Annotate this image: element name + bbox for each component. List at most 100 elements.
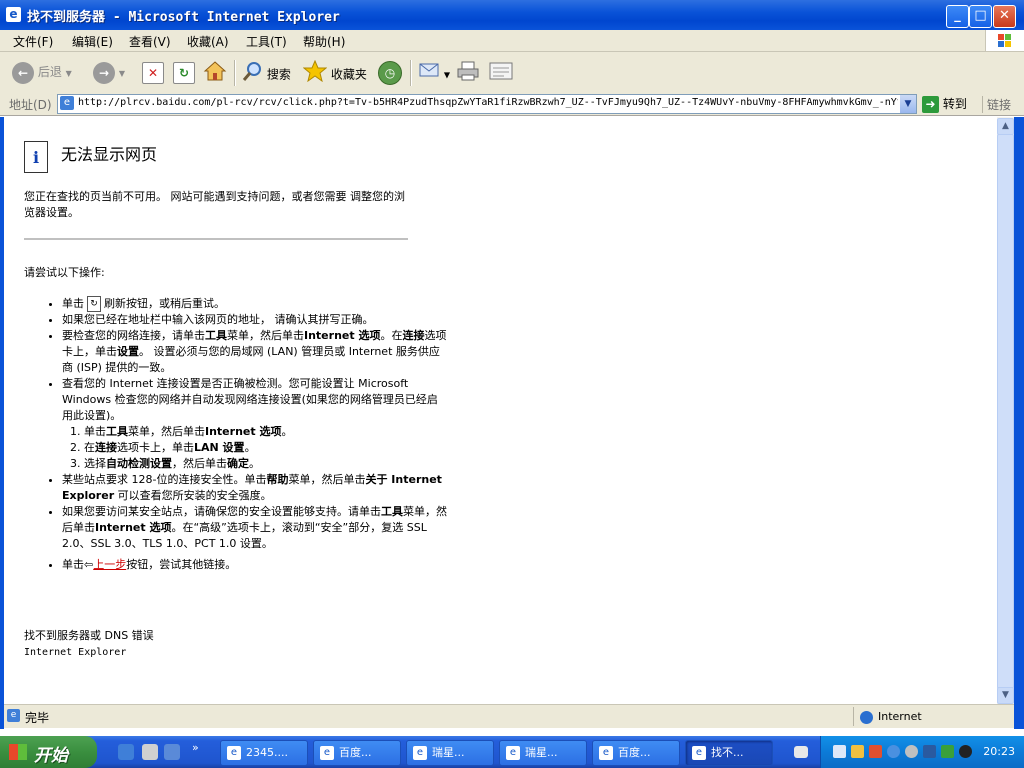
back-button[interactable]: ← 后退 ▼ (12, 60, 72, 84)
window-right-border (1014, 117, 1024, 729)
maximize-button[interactable]: □ (969, 5, 992, 28)
list-item: 如果您已经在地址栏中输入该网页的地址， 请确认其拼写正确。 (62, 312, 448, 328)
back-arrow-icon: ← (12, 61, 34, 84)
favorites-button[interactable]: 收藏夹 (302, 59, 367, 84)
minimize-button[interactable]: _ (946, 5, 969, 28)
stop-button[interactable]: ✕ (142, 60, 164, 84)
chevron-down-icon: ▼ (118, 69, 125, 78)
info-icon: i (24, 141, 48, 173)
try-label: 请尝试以下操作: (24, 266, 105, 279)
volume-icon[interactable] (959, 745, 972, 758)
scroll-thumb[interactable] (997, 134, 1014, 689)
ie-page-icon: e (6, 7, 21, 22)
search-icon (241, 60, 263, 90)
intro-text: 您正在查找的页当前不可用。 网站可能遇到支持问题，或者您需要 调整您的浏览器设置… (24, 190, 405, 219)
go-button[interactable]: ➜ 转到 (922, 95, 967, 113)
edit-button[interactable] (488, 60, 514, 84)
status-bar: e 完毕 Internet (4, 704, 1014, 728)
umbrella-icon[interactable] (941, 745, 954, 758)
list-item: 某些站点要求 128-位的连接安全性。单击帮助菜单，然后单击关于 Interne… (62, 472, 448, 504)
list-item: 单击⇦上一步按钮，尝试其他链接。 (62, 557, 448, 573)
scroll-up-icon[interactable]: ▲ (997, 118, 1014, 135)
back-arrow-icon: ⇦ (84, 558, 94, 571)
menu-edit[interactable]: 编辑(E) (72, 33, 113, 50)
menu-view[interactable]: 查看(V) (129, 33, 171, 50)
clock-tool-icon[interactable] (905, 745, 918, 758)
monitor-icon[interactable] (923, 745, 936, 758)
vertical-scrollbar[interactable]: ▲ ▼ (997, 117, 1014, 704)
network-icon[interactable] (833, 745, 846, 758)
page-icon: e (60, 96, 74, 110)
steps-list: 单击工具菜单，然后单击Internet 选项。 在连接选项卡上，单击LAN 设置… (62, 424, 448, 472)
printer-icon (456, 60, 480, 90)
ie-quicklaunch-icon[interactable] (118, 744, 134, 760)
edit-page-icon (488, 60, 514, 90)
ie-icon: e (413, 746, 427, 760)
taskbar-item[interactable]: e 瑞星... (406, 740, 494, 766)
menu-file[interactable]: 文件(F) (13, 33, 53, 50)
status-text: 完毕 (25, 711, 50, 725)
chevron-down-icon: ▼ (443, 70, 450, 80)
address-url[interactable]: http://plrcv.baidu.com/pl-rcv/rcv/click.… (78, 97, 898, 108)
taskbar-item[interactable]: e 百度... (313, 740, 401, 766)
mail-icon (418, 60, 440, 88)
links-button[interactable]: 链接 (982, 96, 1011, 113)
globe-icon (860, 710, 873, 724)
windows-flag-icon (9, 744, 27, 760)
error-type: 找不到服务器或 DNS 错误 (24, 629, 154, 642)
menu-help[interactable]: 帮助(H) (303, 33, 345, 50)
page-content: i 无法显示网页 您正在查找的页当前不可用。 网站可能遇到支持问题，或者您需要 … (4, 117, 997, 704)
mail-button[interactable]: ▼ (418, 60, 450, 84)
close-button[interactable]: ✕ (993, 5, 1016, 28)
keyboard-icon[interactable] (794, 746, 808, 758)
divider (24, 238, 408, 240)
refresh-icon: ↻ (173, 61, 195, 84)
antivirus-icon[interactable] (869, 745, 882, 758)
window-title: 找不到服务器 - Microsoft Internet Explorer (27, 10, 340, 25)
back-link[interactable]: 上一步 (93, 558, 126, 571)
taskbar-item[interactable]: e 百度... (592, 740, 680, 766)
chevron-more-icon[interactable]: » (192, 741, 199, 754)
taskbar: 开始 » e 2345.... e 百度... e 瑞星... e 瑞星... e 百度.… (0, 736, 1024, 768)
taskbar-item-active[interactable]: e 找不... (685, 740, 773, 766)
shield-icon[interactable] (851, 745, 864, 758)
clock: 20:23 (983, 745, 1015, 758)
page-heading: 无法显示网页 (61, 145, 158, 164)
list-item: 查看您的 Internet 连接设置是否正确被检测。您可能设置让 Microso… (62, 376, 448, 472)
security-zone: Internet (853, 707, 1013, 726)
star-icon (302, 59, 328, 90)
menu-favorites[interactable]: 收藏(A) (187, 33, 229, 50)
ie-icon: e (320, 746, 334, 760)
tips-list: 单击↻刷新按钮，或稍后重试。 如果您已经在地址栏中输入该网页的地址， 请确认其拼… (24, 296, 448, 573)
sync-icon[interactable] (887, 745, 900, 758)
list-item: 单击工具菜单，然后单击Internet 选项。 (84, 424, 448, 440)
list-item: 单击↻刷新按钮，或稍后重试。 (62, 296, 448, 312)
taskbar-item[interactable]: e 2345.... (220, 740, 308, 766)
media-quicklaunch-icon[interactable] (164, 744, 180, 760)
address-bar: 地址(D) e http://plrcv.baidu.com/pl-rcv/rc… (0, 93, 1024, 116)
refresh-icon: ↻ (87, 296, 101, 312)
home-button[interactable] (203, 60, 227, 84)
search-button[interactable]: 搜索 (241, 60, 291, 84)
title-bar[interactable]: e 找不到服务器 - Microsoft Internet Explorer _… (0, 0, 1024, 30)
list-item: 如果您要访问某安全站点，请确保您的安全设置能够支持。请单击工具菜单，然后单击In… (62, 504, 448, 552)
list-item: 选择自动检测设置，然后单击确定。 (84, 456, 448, 472)
address-input[interactable]: e http://plrcv.baidu.com/pl-rcv/rcv/clic… (57, 94, 917, 114)
print-button[interactable] (456, 60, 480, 84)
forward-button[interactable]: → ▼ (93, 60, 125, 84)
refresh-button[interactable]: ↻ (173, 60, 195, 84)
menu-tools[interactable]: 工具(T) (246, 33, 287, 50)
scroll-down-icon[interactable]: ▼ (997, 687, 1014, 704)
stop-icon: ✕ (142, 61, 164, 84)
page-done-icon: e (7, 709, 20, 722)
ie-icon: e (692, 746, 706, 760)
taskbar-item[interactable]: e 瑞星... (499, 740, 587, 766)
history-button[interactable]: ◷ (378, 60, 402, 85)
ie-icon: e (506, 746, 520, 760)
app-quicklaunch-icon[interactable] (142, 744, 158, 760)
forward-arrow-icon: → (93, 61, 115, 84)
address-dropdown-icon[interactable]: ▼ (900, 95, 916, 113)
start-button[interactable]: 开始 (0, 736, 97, 768)
windows-logo-icon (985, 30, 1024, 51)
toolbar: ← 后退 ▼ → ▼ ✕ ↻ 搜索 收藏夹 ◷ ▼ (0, 52, 1024, 94)
